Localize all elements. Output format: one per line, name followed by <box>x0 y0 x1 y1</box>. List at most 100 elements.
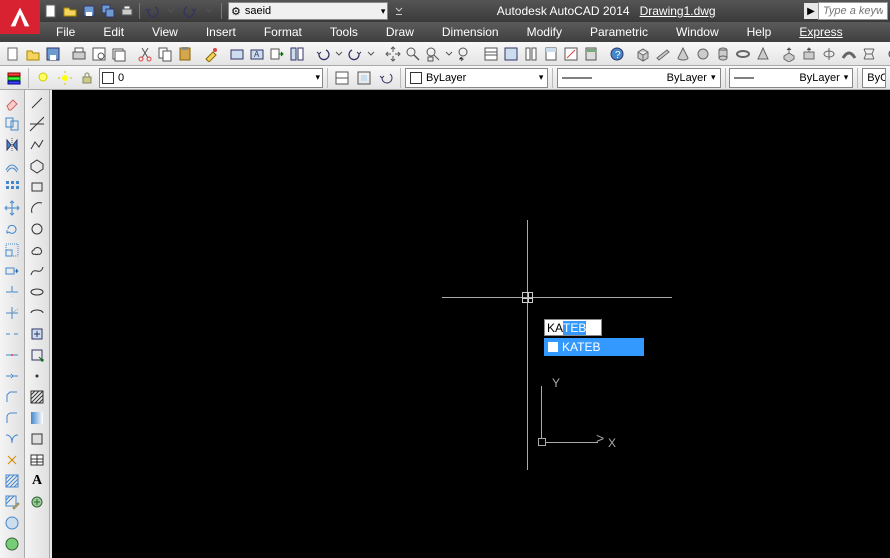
rotate-icon[interactable] <box>2 220 22 238</box>
region-draw-icon[interactable] <box>27 430 47 448</box>
save-icon[interactable] <box>44 44 62 64</box>
construction-line-icon[interactable] <box>27 115 47 133</box>
arc-icon[interactable] <box>27 199 47 217</box>
polyline-icon[interactable] <box>27 136 47 154</box>
revision-cloud-icon[interactable] <box>27 241 47 259</box>
qat-overflow-icon[interactable] <box>390 2 408 20</box>
lineweight-dropdown[interactable]: ByLayer ▾ <box>729 68 853 88</box>
markup-icon[interactable] <box>562 44 580 64</box>
ellipse-arc-icon[interactable] <box>27 304 47 322</box>
offset-icon[interactable] <box>2 157 22 175</box>
solid-sphere-icon[interactable] <box>694 44 712 64</box>
print-icon[interactable] <box>118 2 136 20</box>
open-icon[interactable] <box>61 2 79 20</box>
help-icon[interactable]: ? <box>608 44 626 64</box>
new-icon[interactable] <box>4 44 22 64</box>
polygon-icon[interactable] <box>27 157 47 175</box>
zoom-window-icon[interactable] <box>424 44 442 64</box>
extrude-icon[interactable] <box>780 44 798 64</box>
title-nav-arrow-icon[interactable]: ▶ <box>804 3 818 19</box>
pan-icon[interactable] <box>384 44 402 64</box>
copy-icon[interactable] <box>2 115 22 133</box>
insert-block-icon[interactable] <box>27 325 47 343</box>
layer-states-icon[interactable] <box>332 68 352 88</box>
zoom-previous-icon[interactable] <box>456 44 474 64</box>
redo-icon[interactable] <box>181 2 199 20</box>
plot-icon[interactable] <box>70 44 88 64</box>
layer-previous-icon[interactable] <box>376 68 396 88</box>
rectangle-icon[interactable] <box>27 178 47 196</box>
solid-pyramid-icon[interactable] <box>754 44 772 64</box>
saveas-icon[interactable] <box>99 2 117 20</box>
solid-torus-icon[interactable] <box>734 44 752 64</box>
point-icon[interactable] <box>27 367 47 385</box>
menu-insert[interactable]: Insert <box>192 23 250 41</box>
xref-icon[interactable] <box>268 44 286 64</box>
undo-icon[interactable] <box>314 44 332 64</box>
save-icon[interactable] <box>80 2 98 20</box>
blend-icon[interactable] <box>2 430 22 448</box>
layer-sun-icon[interactable] <box>55 68 75 88</box>
design-center-icon[interactable] <box>288 44 306 64</box>
publish-icon[interactable] <box>110 44 128 64</box>
menu-express[interactable]: Express <box>785 23 856 41</box>
dynamic-input[interactable]: KATEB <box>544 319 602 336</box>
layer-iso-icon[interactable] <box>354 68 374 88</box>
hatch-draw-icon[interactable] <box>27 388 47 406</box>
plotstyle-dropdown[interactable]: ByC <box>862 68 886 88</box>
menu-format[interactable]: Format <box>250 23 316 41</box>
make-block-icon[interactable] <box>27 346 47 364</box>
menu-draw[interactable]: Draw <box>372 23 428 41</box>
erase-icon[interactable] <box>2 94 22 112</box>
solid-cylinder-icon[interactable] <box>714 44 732 64</box>
menu-view[interactable]: View <box>138 23 192 41</box>
properties-icon[interactable] <box>482 44 500 64</box>
color-dropdown[interactable]: ByLayer ▾ <box>405 68 548 88</box>
workspace-dropdown[interactable]: ⚙ saeid ▾ <box>228 2 388 20</box>
table-icon[interactable] <box>27 451 47 469</box>
hatch-edit-icon[interactable] <box>2 493 22 511</box>
help-search-input[interactable] <box>818 2 888 20</box>
layer-lock-icon[interactable] <box>77 68 97 88</box>
dropdown-icon[interactable] <box>444 44 454 64</box>
mirror-icon[interactable] <box>2 136 22 154</box>
circle-icon[interactable] <box>27 220 47 238</box>
line-icon[interactable] <box>27 94 47 112</box>
dropdown-icon[interactable] <box>334 44 344 64</box>
menu-modify[interactable]: Modify <box>513 23 576 41</box>
menu-tools[interactable]: Tools <box>316 23 372 41</box>
undo-dropdown-icon[interactable] <box>162 2 180 20</box>
cut-icon[interactable] <box>136 44 154 64</box>
undo-icon[interactable] <box>143 2 161 20</box>
array-icon[interactable] <box>2 178 22 196</box>
revolve-icon[interactable] <box>820 44 838 64</box>
sweep-icon[interactable] <box>840 44 858 64</box>
copy-icon[interactable] <box>156 44 174 64</box>
solid-cone-icon[interactable] <box>674 44 692 64</box>
block-attribute-icon[interactable]: A <box>248 44 266 64</box>
dropdown-icon[interactable] <box>366 44 376 64</box>
gradient-icon[interactable] <box>27 409 47 427</box>
break-icon[interactable] <box>2 325 22 343</box>
solid-wedge-icon[interactable] <box>654 44 672 64</box>
explode-icon[interactable] <box>2 451 22 469</box>
menu-help[interactable]: Help <box>733 23 786 41</box>
menu-dimension[interactable]: Dimension <box>428 23 513 41</box>
quickcalc-icon[interactable] <box>582 44 600 64</box>
add-selected-icon[interactable] <box>27 493 47 511</box>
design-center2-icon[interactable] <box>502 44 520 64</box>
open-icon[interactable] <box>24 44 42 64</box>
join-icon[interactable] <box>2 367 22 385</box>
fillet-icon[interactable] <box>2 409 22 427</box>
menu-file[interactable]: File <box>42 23 89 41</box>
tool-palettes-icon[interactable] <box>522 44 540 64</box>
break-at-point-icon[interactable] <box>2 346 22 364</box>
block-editor-icon[interactable] <box>228 44 246 64</box>
layer-dropdown[interactable]: 0 ▾ <box>99 68 323 88</box>
trim-icon[interactable] <box>2 283 22 301</box>
extend-icon[interactable] <box>2 304 22 322</box>
stretch-icon[interactable] <box>2 262 22 280</box>
ellipse-icon[interactable] <box>27 283 47 301</box>
app-logo[interactable] <box>0 0 40 34</box>
redo-dropdown-icon[interactable] <box>200 2 218 20</box>
